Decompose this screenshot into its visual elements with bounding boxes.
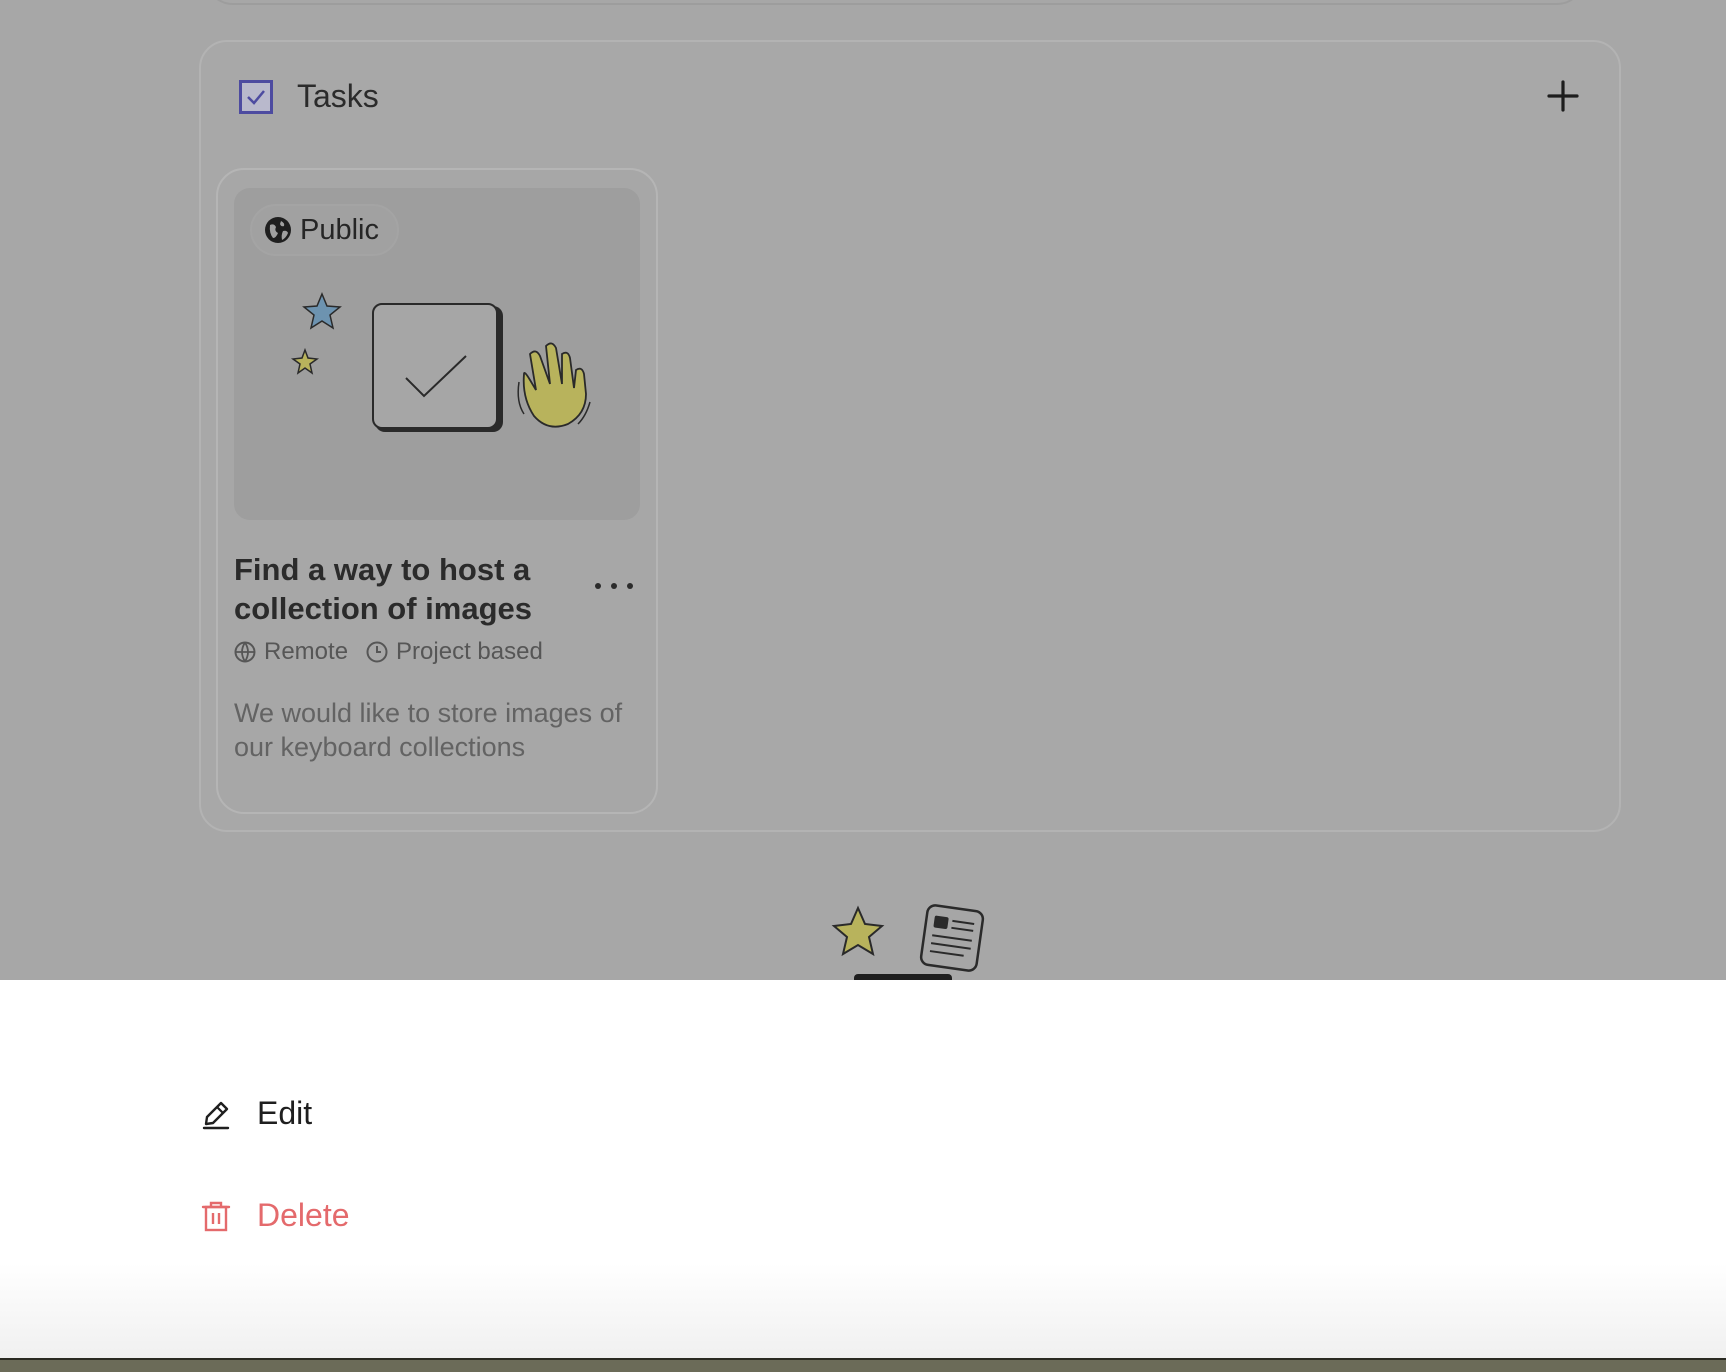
tasks-title: Tasks xyxy=(297,78,379,114)
task-title[interactable]: Find a way to host a collection of image… xyxy=(234,550,564,628)
globe-icon xyxy=(265,217,291,243)
location-label: Remote xyxy=(264,638,349,665)
edit-menu-item[interactable]: Edit xyxy=(199,1095,312,1132)
edit-label: Edit xyxy=(257,1095,313,1131)
previous-section-card xyxy=(205,0,1585,5)
duration-meta: Project based xyxy=(366,638,543,666)
location-meta: Remote xyxy=(234,638,348,666)
task-description: We would like to store images of our key… xyxy=(234,698,623,762)
task-meta: Remote Project based xyxy=(234,638,561,666)
pencil-icon xyxy=(202,1101,230,1129)
clock-icon xyxy=(366,641,388,663)
visibility-label: Public xyxy=(300,213,379,246)
empty-state-illustration xyxy=(831,904,985,980)
globe-icon xyxy=(234,641,256,663)
add-task-button[interactable] xyxy=(1543,76,1583,116)
plus-icon xyxy=(1547,80,1579,112)
trash-icon xyxy=(201,1201,231,1231)
more-options-button[interactable] xyxy=(592,574,636,598)
task-card-image: Public xyxy=(234,188,640,520)
visibility-badge[interactable]: Public xyxy=(250,204,399,256)
delete-menu-item[interactable]: Delete xyxy=(199,1197,350,1234)
action-sheet: Edit Delete xyxy=(0,980,1726,1358)
dimmed-background[interactable]: Tasks Public Find a way to host a collec… xyxy=(0,0,1726,980)
task-card[interactable]: Public Find a way to host a collection o… xyxy=(216,168,658,814)
duration-label: Project based xyxy=(396,638,543,665)
delete-label: Delete xyxy=(257,1197,350,1233)
ellipsis-icon xyxy=(595,583,633,589)
checkbox-icon xyxy=(239,80,273,114)
